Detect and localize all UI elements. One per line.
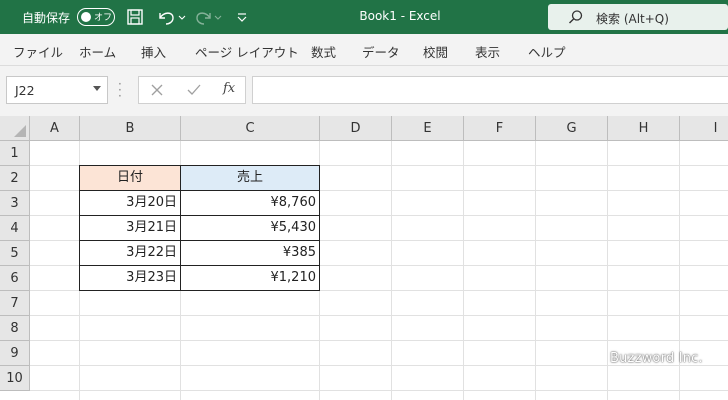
- drag-handle-icon[interactable]: · · ·: [118, 78, 122, 102]
- ribbon-tabs: ファイル ホーム 挿入 ページ レイアウト 数式 データ 校閲 表示 ヘルプ: [0, 34, 728, 66]
- watermark: Buzzword Inc.: [610, 351, 703, 366]
- column-header-e[interactable]: E: [392, 116, 464, 141]
- table-border: [79, 190, 320, 191]
- autosave-label: 自動保存: [22, 11, 71, 25]
- formula-input[interactable]: [252, 76, 728, 104]
- gridline: [30, 315, 728, 316]
- table-border: [79, 215, 320, 216]
- tab-formulas[interactable]: 数式: [311, 42, 336, 61]
- tab-home[interactable]: ホーム: [79, 42, 116, 61]
- column-header-i[interactable]: I: [680, 116, 728, 141]
- column-header-c[interactable]: C: [181, 116, 320, 141]
- save-icon[interactable]: [126, 7, 144, 27]
- table-border: [79, 240, 320, 241]
- search-placeholder: 検索 (Alt+Q): [596, 12, 669, 26]
- tab-data[interactable]: データ: [362, 42, 400, 61]
- gridline: [30, 340, 728, 341]
- toggle-knob: [81, 11, 91, 22]
- tab-page-layout[interactable]: ページ レイアウト: [195, 42, 299, 61]
- row-header-9[interactable]: 9: [0, 341, 30, 366]
- chevron-down-icon[interactable]: [93, 86, 101, 91]
- column-header-g[interactable]: G: [536, 116, 608, 141]
- column-header-f[interactable]: F: [464, 116, 536, 141]
- title-bar: 自動保存 オフ Book1 - Excel 検索 (Alt+Q): [0, 0, 728, 34]
- column-header-h[interactable]: H: [608, 116, 680, 141]
- row-header-6[interactable]: 6: [0, 266, 30, 291]
- search-box[interactable]: 検索 (Alt+Q): [548, 4, 728, 30]
- row-header-2[interactable]: 2: [0, 166, 30, 191]
- search-icon: [568, 9, 584, 28]
- tab-review[interactable]: 校閲: [423, 42, 448, 61]
- name-box[interactable]: J22: [6, 76, 108, 104]
- column-header-a[interactable]: A: [30, 116, 80, 141]
- row-header-8[interactable]: 8: [0, 316, 30, 341]
- redo-icon[interactable]: [194, 7, 224, 27]
- autosave-toggle-state: オフ: [94, 13, 113, 23]
- formula-buttons: fx: [138, 76, 246, 104]
- insert-function-button[interactable]: fx: [223, 81, 235, 96]
- document-title: Book1 - Excel: [359, 9, 441, 23]
- name-box-value: J22: [15, 83, 35, 98]
- select-all-icon: [14, 125, 26, 137]
- row-header-10[interactable]: 10: [0, 366, 30, 391]
- row-header-5[interactable]: 5: [0, 241, 30, 266]
- table-border: [79, 265, 320, 266]
- tab-file[interactable]: ファイル: [13, 42, 63, 61]
- close-icon[interactable]: [150, 82, 164, 102]
- column-header-d[interactable]: D: [320, 116, 392, 141]
- customize-toolbar-icon[interactable]: [236, 7, 248, 27]
- undo-icon[interactable]: [156, 7, 186, 27]
- autosave-toggle[interactable]: オフ: [77, 8, 115, 26]
- gridline: [607, 141, 608, 400]
- table-border: [180, 165, 181, 291]
- select-all-button[interactable]: [0, 116, 30, 141]
- row-header-1[interactable]: 1: [0, 141, 30, 166]
- tab-help[interactable]: ヘルプ: [528, 42, 566, 61]
- gridline: [463, 141, 464, 400]
- row-header-7[interactable]: 7: [0, 291, 30, 316]
- tab-view[interactable]: 表示: [475, 42, 500, 61]
- row-header-3[interactable]: 3: [0, 191, 30, 216]
- gridline: [30, 390, 728, 391]
- row-header-4[interactable]: 4: [0, 216, 30, 241]
- table-border: [79, 165, 320, 291]
- column-header-b[interactable]: B: [80, 116, 181, 141]
- check-icon[interactable]: [186, 82, 202, 102]
- formula-bar-area: J22 · · · fx: [0, 66, 728, 116]
- gridline: [535, 141, 536, 400]
- gridline: [391, 141, 392, 400]
- tab-insert[interactable]: 挿入: [141, 42, 166, 61]
